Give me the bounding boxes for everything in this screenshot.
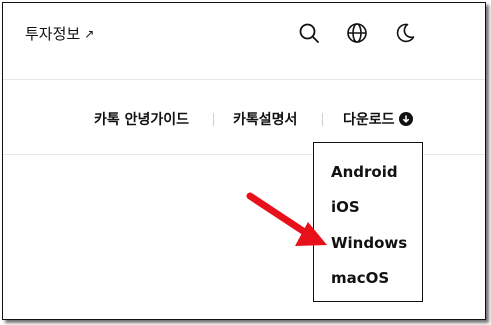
nav-item-manual[interactable]: 카톡설명서	[233, 109, 297, 129]
search-icon	[299, 23, 319, 43]
dropdown-item-windows[interactable]: Windows	[331, 234, 407, 252]
language-button[interactable]	[345, 21, 369, 45]
globe-icon	[347, 23, 367, 43]
nav-item-guide[interactable]: 카톡 안녕가이드	[94, 109, 189, 129]
nav-divider	[322, 113, 323, 126]
dropdown-item-macos[interactable]: macOS	[331, 269, 389, 287]
screenshot-frame: 투자정보 ↗ 카톡 안녕가이드 카톡설명서 다운로드 Android iOS W…	[2, 2, 486, 320]
investor-info-label: 투자정보	[25, 25, 81, 43]
external-arrow-icon: ↗	[84, 26, 95, 41]
nav-divider	[213, 113, 214, 126]
download-dropdown-menu: Android iOS Windows macOS	[313, 142, 423, 302]
dropdown-item-android[interactable]: Android	[331, 163, 398, 181]
dropdown-item-ios[interactable]: iOS	[331, 198, 360, 216]
investor-info-link[interactable]: 투자정보 ↗	[25, 23, 94, 44]
dark-mode-button[interactable]	[393, 21, 417, 45]
search-button[interactable]	[297, 21, 321, 45]
top-bar: 투자정보 ↗	[3, 3, 485, 80]
moon-icon	[396, 23, 415, 43]
nav-item-download[interactable]: 다운로드	[343, 109, 413, 129]
nav-item-download-label: 다운로드	[343, 112, 395, 128]
download-circle-icon	[398, 112, 413, 126]
